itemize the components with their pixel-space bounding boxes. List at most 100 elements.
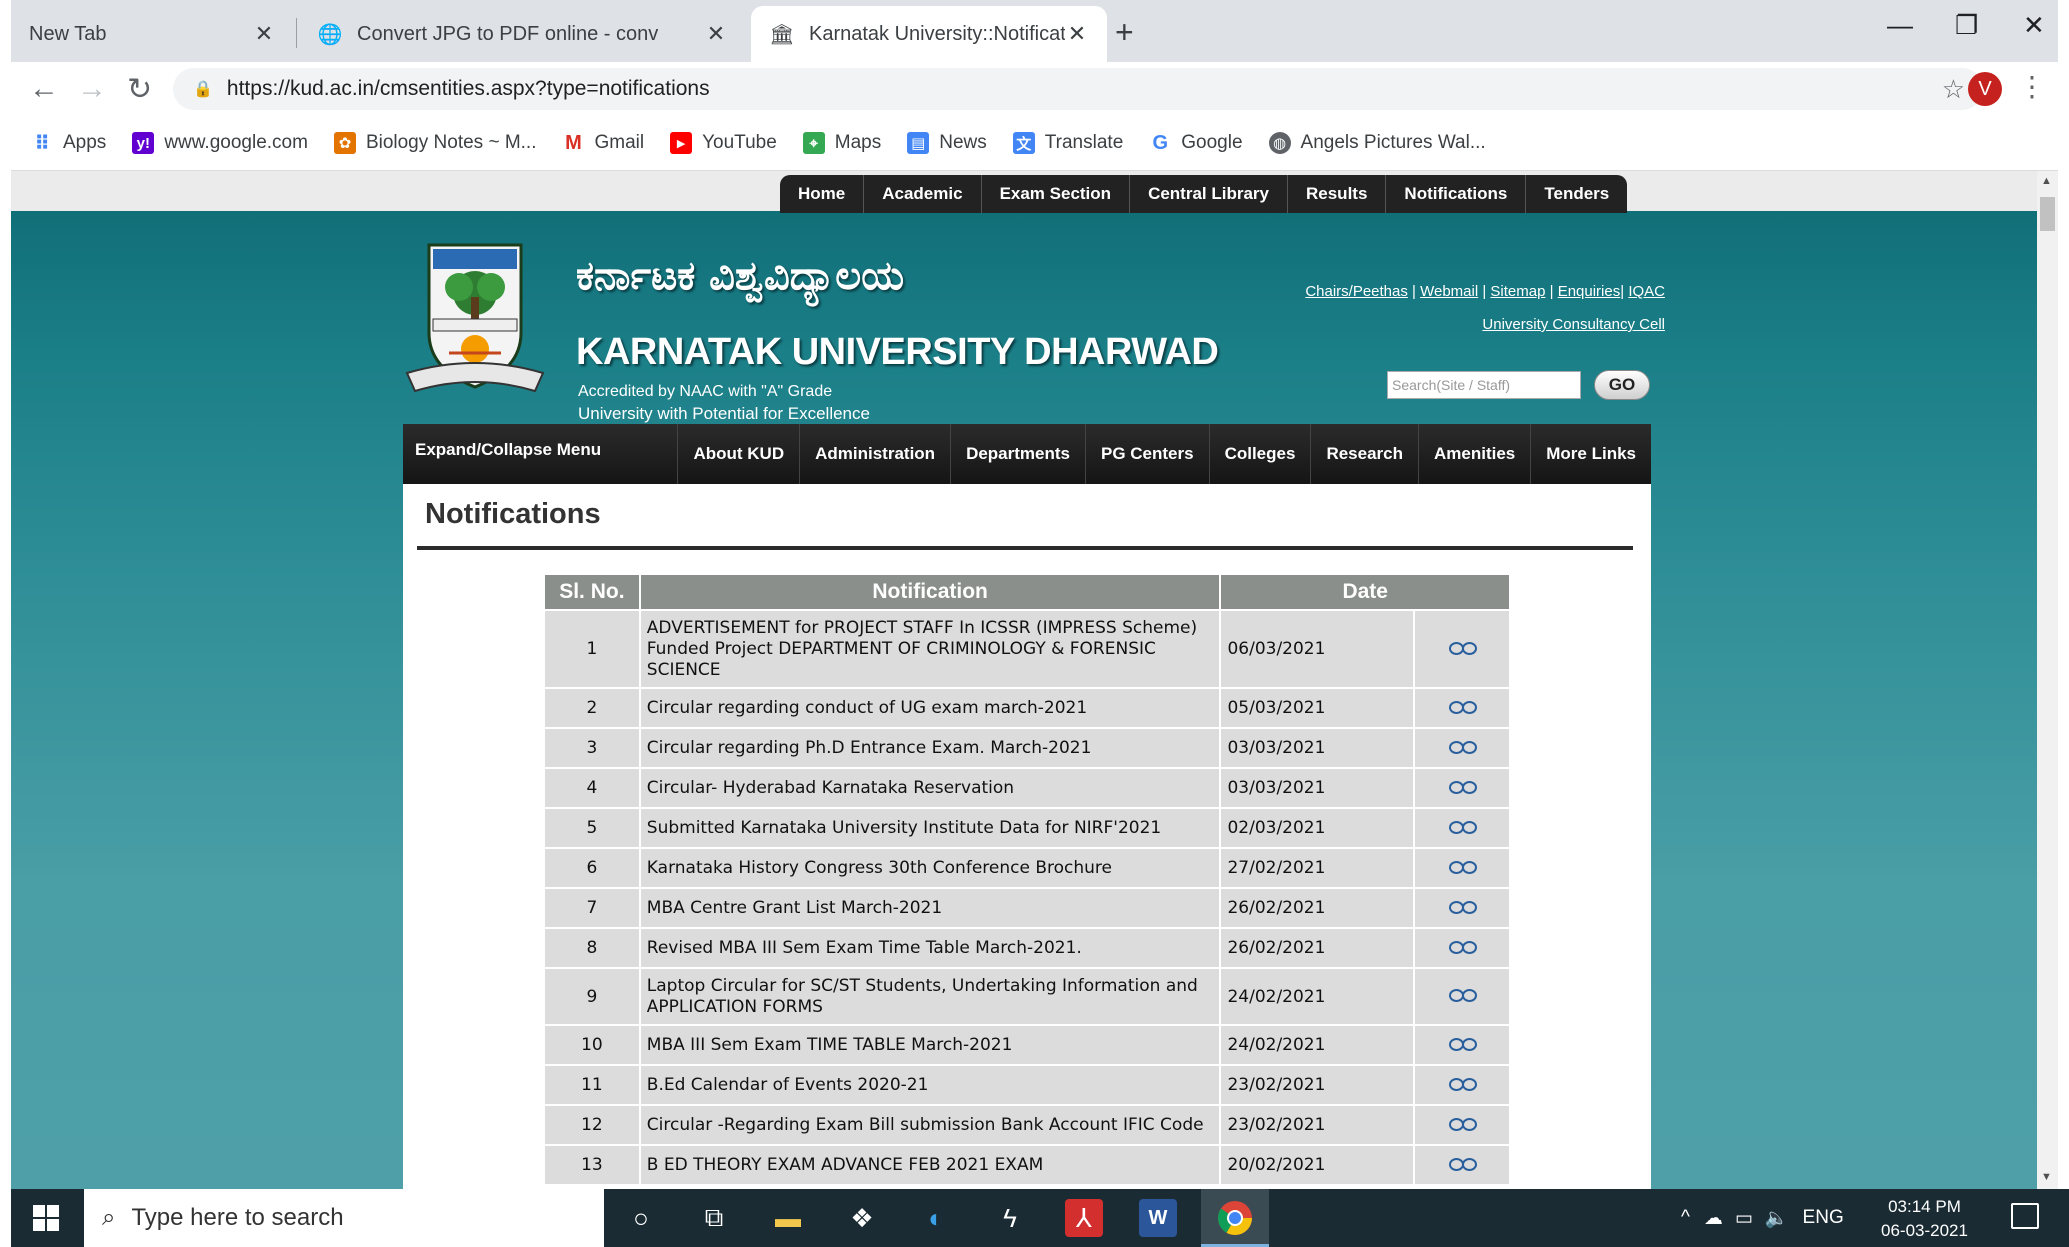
cell-view[interactable] <box>1415 729 1509 767</box>
task-view-icon[interactable]: ⧉ <box>695 1199 733 1237</box>
bookmark-maps[interactable]: ⌖ Maps <box>802 132 881 154</box>
topnav-central-library[interactable]: Central Library <box>1130 175 1288 213</box>
view-glasses-icon[interactable] <box>1448 738 1478 754</box>
topnav-results[interactable]: Results <box>1288 175 1387 213</box>
cell-view[interactable] <box>1415 1146 1509 1184</box>
volume-icon[interactable]: 🔈 <box>1765 1206 1789 1230</box>
menu-colleges[interactable]: Colleges <box>1208 424 1311 484</box>
topnav-tenders[interactable]: Tenders <box>1526 175 1627 213</box>
bookmark-gmail[interactable]: M Gmail <box>562 132 644 154</box>
cell-view[interactable] <box>1415 1026 1509 1064</box>
view-glasses-icon[interactable] <box>1448 1155 1478 1171</box>
view-glasses-icon[interactable] <box>1448 698 1478 714</box>
cell-notification-link[interactable]: Circular regarding conduct of UG exam ma… <box>640 689 1220 727</box>
cell-view[interactable] <box>1415 1106 1509 1144</box>
new-tab-plus-icon[interactable]: + <box>1115 14 1134 51</box>
view-glasses-icon[interactable] <box>1448 1115 1478 1131</box>
cell-notification-link[interactable]: Karnataka History Congress 30th Conferen… <box>640 849 1220 887</box>
view-glasses-icon[interactable] <box>1448 1035 1478 1051</box>
windows-start-icon[interactable] <box>33 1205 59 1231</box>
link-consultancy-cell[interactable]: University Consultancy Cell <box>1482 316 1665 333</box>
bookmark-google-com[interactable]: y! www.google.com <box>132 132 308 154</box>
scroll-down-arrow-icon[interactable]: ▼ <box>2041 1171 2052 1183</box>
view-glasses-icon[interactable] <box>1448 1075 1478 1091</box>
tab-new-tab[interactable]: New Tab ✕ <box>11 6 294 62</box>
page-scrollbar[interactable]: ▲ ▼ <box>2037 171 2058 1189</box>
cell-view[interactable] <box>1415 809 1509 847</box>
topnav-academic[interactable]: Academic <box>864 175 982 213</box>
taskbar-search-box[interactable]: ⌕ Type here to search <box>84 1189 604 1247</box>
topnav-exam-section[interactable]: Exam Section <box>982 175 1131 213</box>
view-glasses-icon[interactable] <box>1448 858 1478 874</box>
cell-notification-link[interactable]: Circular- Hyderabad Karnataka Reservatio… <box>640 769 1220 807</box>
cell-view[interactable] <box>1415 969 1509 1024</box>
forward-arrow-icon[interactable]: → <box>77 72 107 106</box>
tab-karnatak-university[interactable]: 🏛 Karnatak University::Notifications ✕ <box>751 6 1107 62</box>
search-go-button[interactable]: GO <box>1594 370 1650 400</box>
bookmark-angels-pictures[interactable]: ◍ Angels Pictures Wal... <box>1268 132 1486 154</box>
action-center-icon[interactable] <box>2011 1203 2039 1229</box>
topnav-notifications[interactable]: Notifications <box>1386 175 1527 213</box>
cell-notification-link[interactable]: MBA Centre Grant List March-2021 <box>640 889 1220 927</box>
back-arrow-icon[interactable]: ← <box>29 72 59 106</box>
acrobat-pdf-icon[interactable]: ⅄ <box>1065 1199 1103 1237</box>
cell-notification-link[interactable]: B.Ed Calendar of Events 2020-21 <box>640 1066 1220 1104</box>
view-glasses-icon[interactable] <box>1448 818 1478 834</box>
winamp-bolt-icon[interactable]: ϟ <box>991 1199 1029 1237</box>
chrome-taskbar-active[interactable] <box>1201 1189 1269 1247</box>
cell-view[interactable] <box>1415 889 1509 927</box>
battery-icon[interactable]: ▭ <box>1735 1207 1753 1230</box>
cell-view[interactable] <box>1415 929 1509 967</box>
menu-departments[interactable]: Departments <box>950 424 1085 484</box>
cortana-circle-icon[interactable]: ○ <box>622 1199 660 1237</box>
dropbox-icon[interactable]: ❖ <box>843 1199 881 1237</box>
cell-notification-link[interactable]: Circular -Regarding Exam Bill submission… <box>640 1106 1220 1144</box>
close-icon[interactable]: ✕ <box>1065 21 1089 47</box>
view-glasses-icon[interactable] <box>1448 639 1478 655</box>
bookmark-translate[interactable]: 文 Translate <box>1012 132 1123 154</box>
menu-about-kud[interactable]: About KUD <box>677 424 799 484</box>
bookmark-youtube[interactable]: ▶ YouTube <box>670 132 777 154</box>
scroll-up-arrow-icon[interactable]: ▲ <box>2041 175 2052 187</box>
link-chairs-peethas[interactable]: Chairs/Peethas <box>1305 283 1408 300</box>
site-search-input[interactable]: Search(Site / Staff) <box>1387 371 1581 399</box>
edge-browser-icon[interactable]: ◐ <box>917 1199 955 1237</box>
restore-icon[interactable]: ❐ <box>1955 10 1978 41</box>
window-close-icon[interactable]: ✕ <box>2023 10 2045 41</box>
menu-more-links[interactable]: More Links <box>1530 424 1651 484</box>
menu-kebab-icon[interactable]: ⋮ <box>2018 70 2046 103</box>
university-crest-logo[interactable] <box>403 241 547 399</box>
link-webmail[interactable]: Webmail <box>1420 283 1478 300</box>
language-indicator[interactable]: ENG <box>1803 1207 1844 1229</box>
menu-amenities[interactable]: Amenities <box>1418 424 1530 484</box>
minimize-icon[interactable]: — <box>1887 10 1913 41</box>
cell-view[interactable] <box>1415 1066 1509 1104</box>
cell-notification-link[interactable]: Submitted Karnataka University Institute… <box>640 809 1220 847</box>
cell-view[interactable] <box>1415 611 1509 687</box>
cell-notification-link[interactable]: ADVERTISEMENT for PROJECT STAFF In ICSSR… <box>640 611 1220 687</box>
file-explorer-icon[interactable]: ▬ <box>769 1199 807 1237</box>
taskbar-clock[interactable]: 03:14 PM 06-03-2021 <box>1881 1195 1968 1243</box>
close-icon[interactable]: ✕ <box>704 21 728 47</box>
cell-view[interactable] <box>1415 849 1509 887</box>
link-iqac[interactable]: IQAC <box>1628 283 1665 300</box>
expand-collapse-menu[interactable]: Expand/Collapse Menu <box>415 440 601 460</box>
reload-icon[interactable]: ↻ <box>127 72 152 107</box>
menu-administration[interactable]: Administration <box>799 424 950 484</box>
cell-notification-link[interactable]: Circular regarding Ph.D Entrance Exam. M… <box>640 729 1220 767</box>
tab-convert-jpg[interactable]: 🌐 Convert JPG to PDF online - conv ✕ <box>299 6 746 62</box>
onedrive-cloud-icon[interactable]: ☁ <box>1704 1207 1723 1230</box>
cell-notification-link[interactable]: Revised MBA III Sem Exam Time Table Marc… <box>640 929 1220 967</box>
chevron-up-icon[interactable]: ^ <box>1681 1207 1690 1229</box>
cell-notification-link[interactable]: MBA III Sem Exam TIME TABLE March-2021 <box>640 1026 1220 1064</box>
menu-research[interactable]: Research <box>1310 424 1418 484</box>
bookmark-biology-notes[interactable]: ✿ Biology Notes ~ M... <box>333 132 536 154</box>
menu-pg-centers[interactable]: PG Centers <box>1084 424 1209 484</box>
address-bar[interactable]: 🔒 https://kud.ac.in/cmsentities.aspx?typ… <box>173 68 1983 110</box>
cell-notification-link[interactable]: Laptop Circular for SC/ST Students, Unde… <box>640 969 1220 1024</box>
cell-notification-link[interactable]: B ED THEORY EXAM ADVANCE FEB 2021 EXAM <box>640 1146 1220 1184</box>
cell-view[interactable] <box>1415 689 1509 727</box>
scrollbar-thumb[interactable] <box>2040 197 2055 231</box>
topnav-home[interactable]: Home <box>780 175 865 213</box>
view-glasses-icon[interactable] <box>1448 898 1478 914</box>
